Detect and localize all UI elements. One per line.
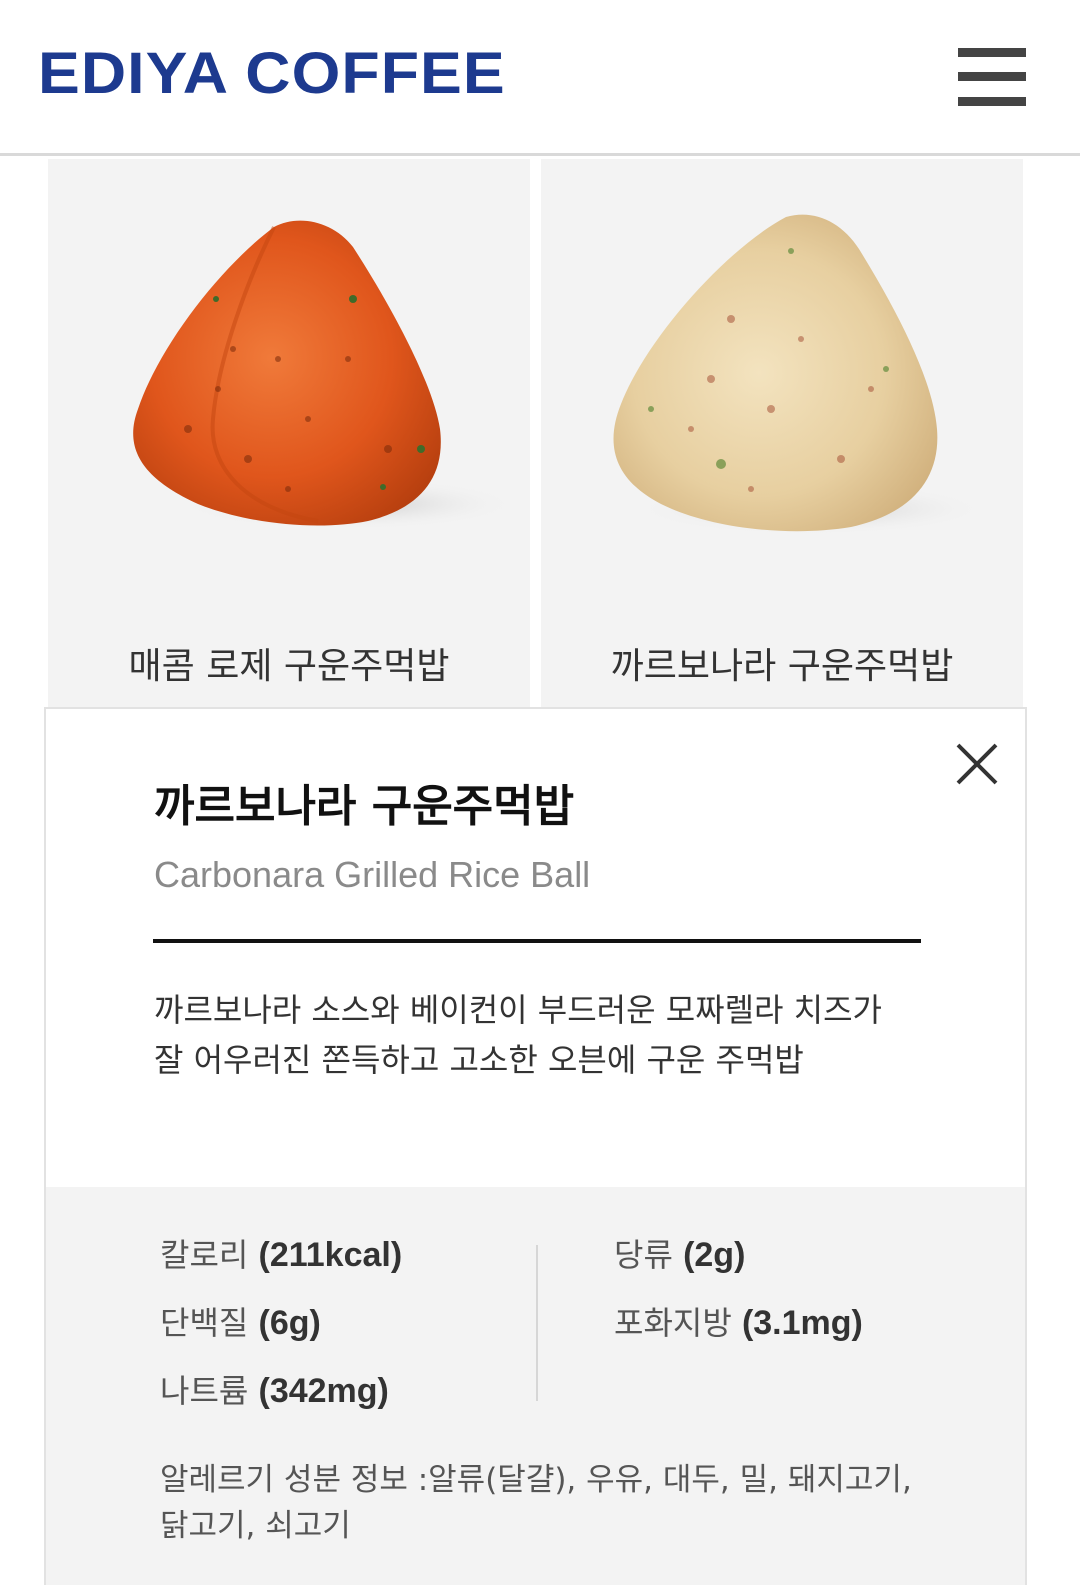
nutrition-value: (3.1mg) [741,1304,863,1342]
nutrition-value: (2g) [683,1236,746,1274]
nutrition-column-left: 칼로리 (211kcal) 단백질 (6g) 나트륨 (342mg) [160,1233,402,1437]
detail-title: 까르보나라 구운주먹밥 [154,781,575,832]
hamburger-menu-icon[interactable] [958,48,1026,106]
allergy-info: 알레르기 성분 정보 :알류(달걀), 우유, 대두, 밀, 돼지고기, 닭고기… [160,1462,912,1544]
nutrition-separator [536,1245,538,1401]
nutrition-label: 나트륨 [160,1372,249,1410]
menu-bar [958,97,1026,106]
nutrition-protein: 단백질 (6g) [160,1301,402,1369]
title-divider [153,939,921,943]
nutrition-column-right: 당류 (2g) 포화지방 (3.1mg) [614,1233,863,1369]
product-name: 매콤 로제 구운주먹밥 [128,646,450,687]
nutrition-saturated-fat: 포화지방 (3.1mg) [614,1301,863,1369]
nutrition-label: 칼로리 [160,1236,249,1274]
nutrition-sugar: 당류 (2g) [614,1233,863,1301]
nutrition-label: 당류 [614,1236,673,1274]
product-card-spicy-rose[interactable]: 매콤 로제 구운주먹밥 [48,159,530,719]
product-detail-popup: 까르보나라 구운주먹밥 Carbonara Grilled Rice Ball … [44,707,1027,1585]
detail-description: 까르보나라 소스와 베이컨이 부드러운 모짜렐라 치즈가 잘 어우러진 쫀득하고… [154,991,882,1079]
menu-bar [958,48,1026,57]
close-icon[interactable] [952,739,1002,789]
site-header: EDIYA COFFEE [0,0,1080,156]
detail-subtitle: Carbonara Grilled Rice Ball [154,854,591,895]
nutrition-label: 포화지방 [614,1304,732,1342]
nutrition-label: 단백질 [160,1304,249,1342]
nutrition-sodium: 나트륨 (342mg) [160,1369,402,1437]
spicy-rose-rice-ball-image [133,220,518,530]
nutrition-value: (211kcal) [258,1236,403,1274]
product-name: 까르보나라 구운주먹밥 [610,646,954,687]
nutrition-value: (6g) [258,1304,321,1342]
ediya-logo[interactable]: EDIYA COFFEE [38,42,506,106]
carbonara-rice-ball-image [613,214,986,535]
product-card-carbonara[interactable]: 까르보나라 구운주먹밥 [541,159,1023,719]
nutrition-panel: 칼로리 (211kcal) 단백질 (6g) 나트륨 (342mg) 당류 (2… [46,1187,1025,1585]
menu-bar [958,72,1026,81]
nutrition-value: (342mg) [258,1372,389,1410]
nutrition-calories: 칼로리 (211kcal) [160,1233,402,1301]
